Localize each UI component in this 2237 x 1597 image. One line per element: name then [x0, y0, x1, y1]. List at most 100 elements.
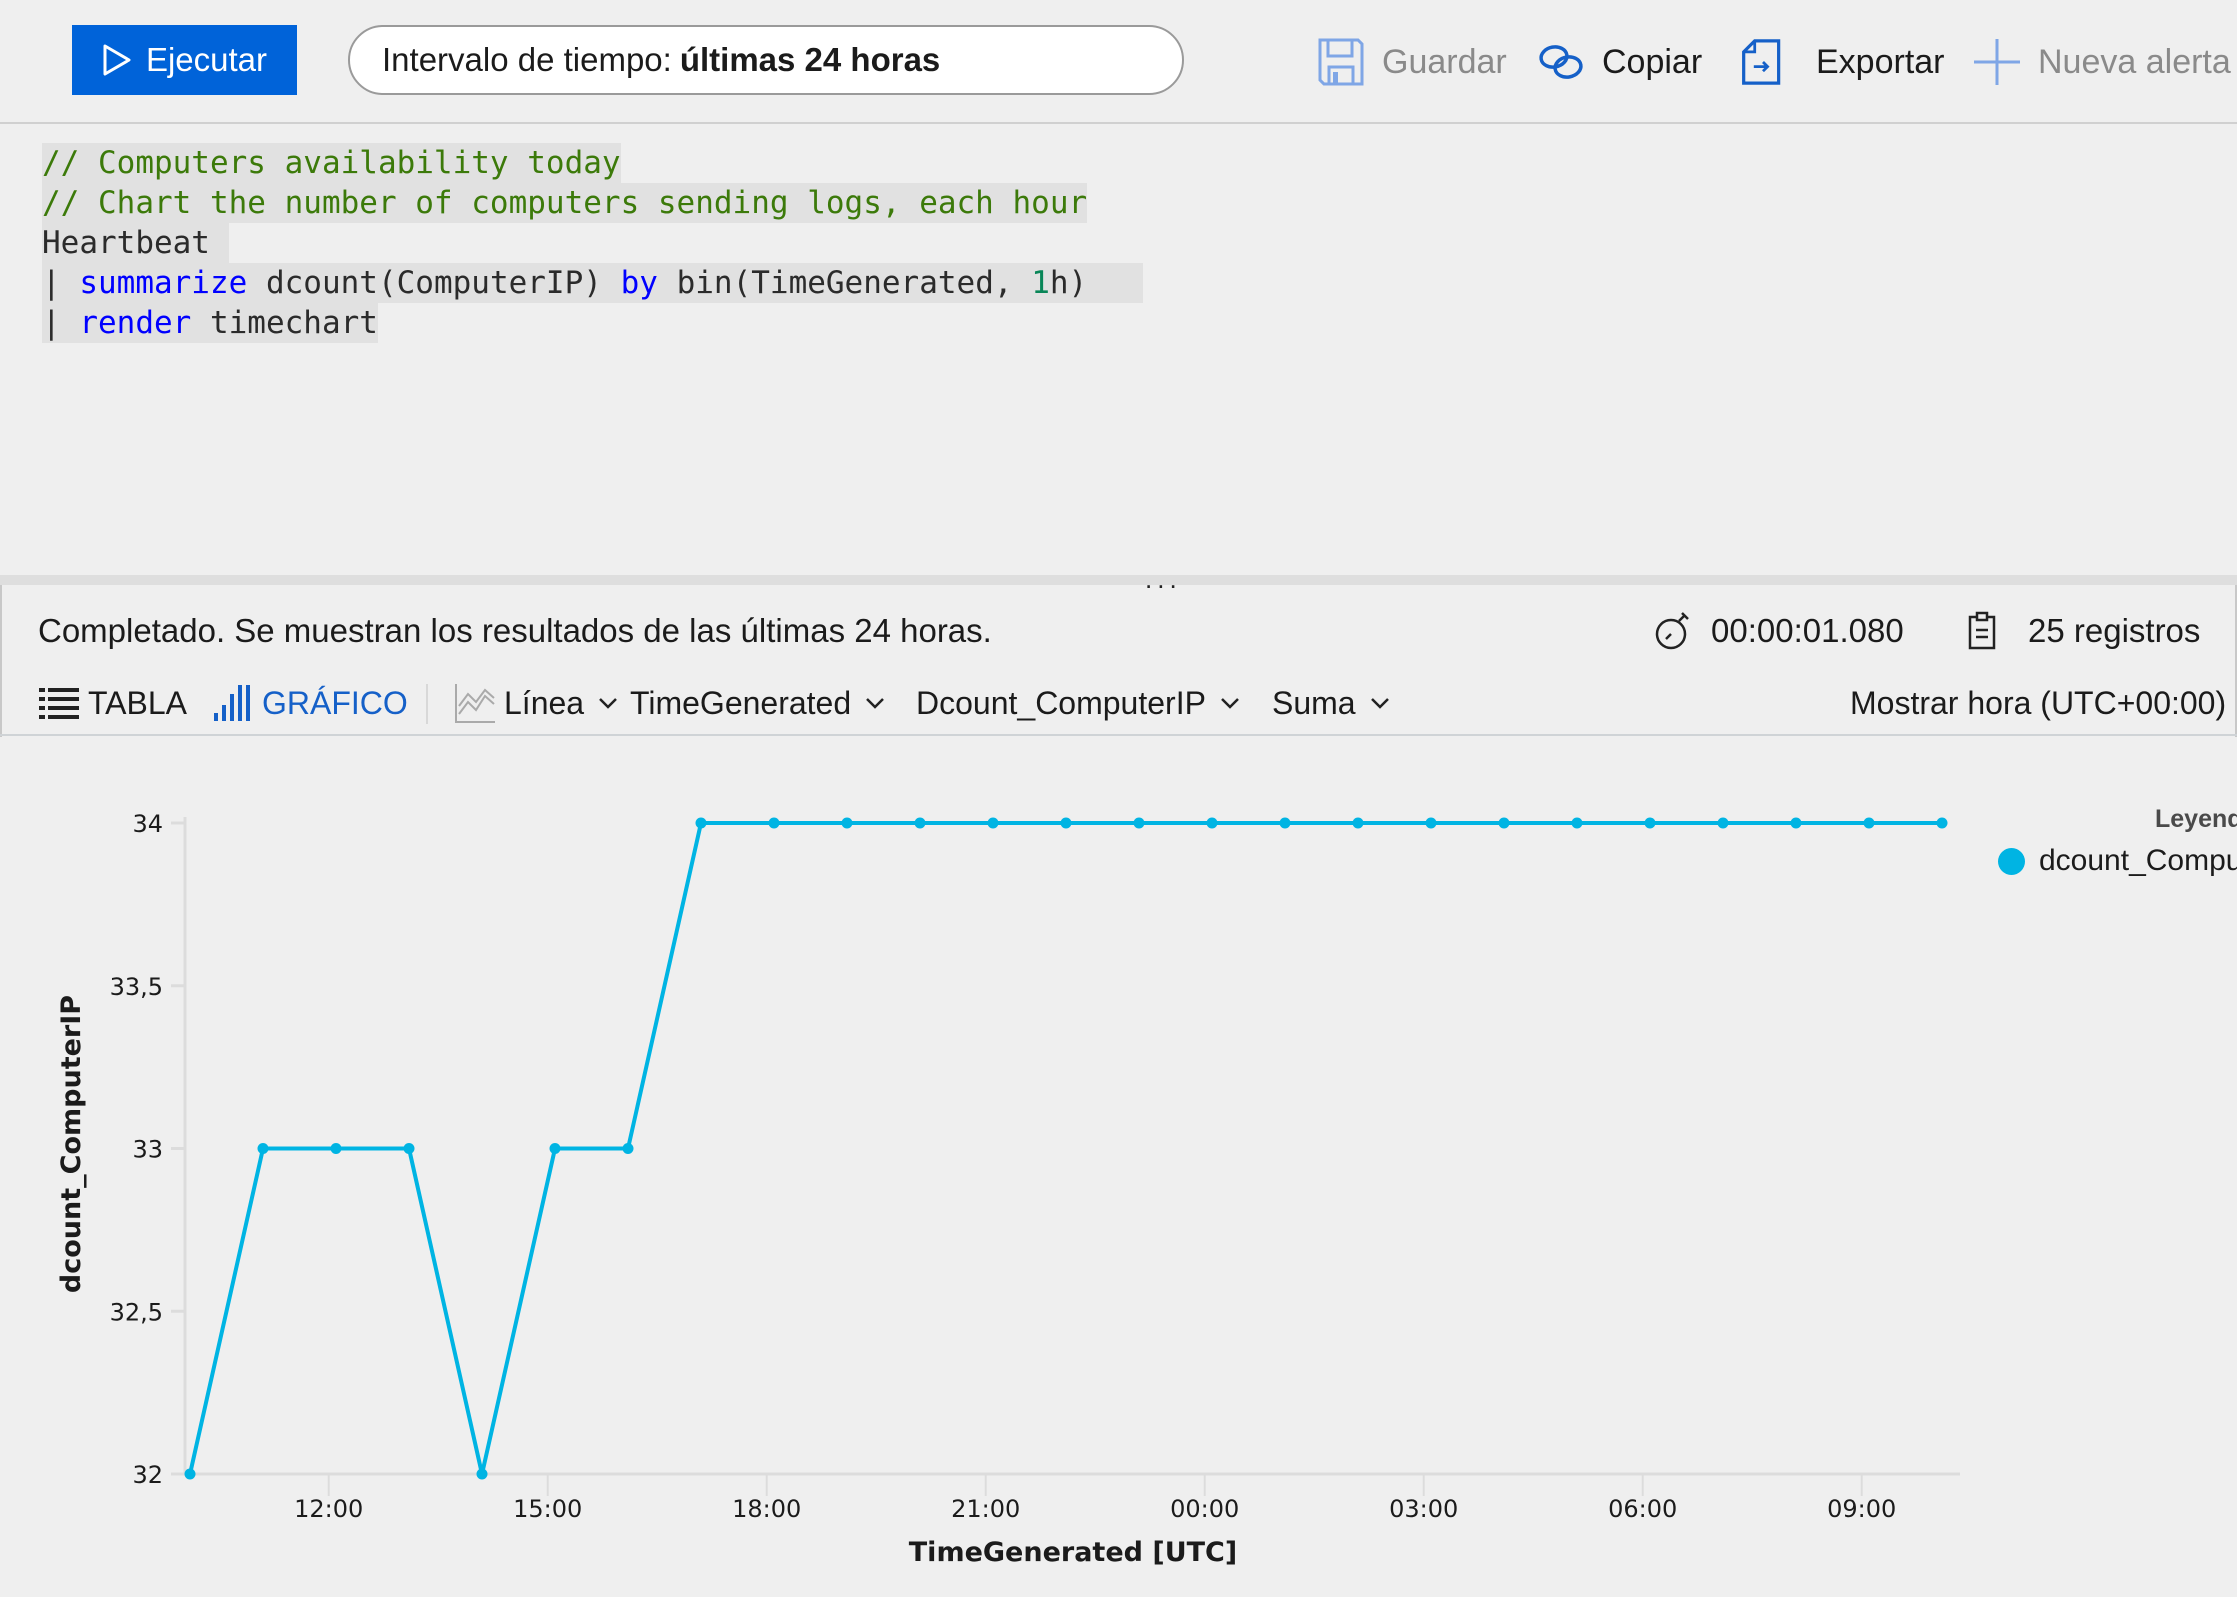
- x-tick-label: 12:00: [294, 1495, 363, 1523]
- code-line[interactable]: | render timechart: [42, 303, 378, 343]
- data-point: [1571, 817, 1583, 829]
- code-token-kw: by: [620, 265, 658, 301]
- chart-panel: 32 32,5 33 33,5 34 12:00 15:00 18:00 21:00 00:00 0…: [0, 737, 2237, 1597]
- clipboard-icon: [1968, 611, 1996, 650]
- code-token-plain: bin(TimeGenerated,: [657, 265, 1032, 301]
- new-alert-label: Nueva alerta: [2038, 42, 2231, 81]
- query-editor[interactable]: // Computers availability today // Chart …: [0, 124, 2237, 575]
- tab-chart-label: GRÁFICO: [262, 684, 408, 721]
- chevron-down-icon: [1221, 698, 1239, 709]
- data-point: [403, 1143, 415, 1154]
- series-line: [188, 821, 1942, 1476]
- stopwatch-icon: [1655, 612, 1689, 650]
- x-tick-label: 03:00: [1389, 1495, 1458, 1523]
- code-token-cmt: // Computers availability today: [42, 145, 621, 181]
- copy-label: Copiar: [1602, 42, 1703, 81]
- code-token-kw: render: [79, 305, 192, 341]
- duration-value: 00:00:01.080: [1711, 612, 1904, 649]
- y-tick-label: 33,5: [110, 973, 163, 1001]
- timezone-selector[interactable]: Mostrar hora (UTC+00:00): [1850, 678, 2226, 728]
- y-tick-label: 32: [132, 1461, 163, 1489]
- code-line[interactable]: // Computers availability today: [42, 143, 621, 183]
- legend-item[interactable]: dcount_ComputerIP: [1998, 844, 2237, 878]
- export-button[interactable]: Exportar: [1740, 32, 1945, 92]
- y-column-dropdown[interactable]: Dcount_ComputerIP: [916, 678, 1240, 728]
- code-token-plain: |: [42, 305, 80, 341]
- x-tick-label: 21:00: [951, 1495, 1020, 1523]
- chart-type-value: Línea: [504, 684, 585, 721]
- data-point: [695, 817, 707, 829]
- save-icon: [1318, 38, 1364, 86]
- legend-label: dcount_ComputerIP: [2039, 844, 2237, 877]
- data-point: [1279, 817, 1291, 829]
- aggregation-value: Suma: [1272, 684, 1356, 721]
- line-chart-icon: [455, 684, 495, 723]
- pane-splitter[interactable]: ...: [0, 566, 2237, 592]
- query-toolbar: Ejecutar Intervalo de tiempo: últimas 24…: [0, 0, 2237, 124]
- bar-chart-icon: [214, 685, 250, 721]
- export-icon: [1742, 39, 1781, 85]
- data-point: [987, 817, 999, 829]
- y-tick-label: 33: [132, 1136, 163, 1164]
- data-point: [1717, 817, 1729, 829]
- aggregation-dropdown[interactable]: Suma: [1272, 678, 1390, 728]
- x-tick-label: 00:00: [1170, 1495, 1239, 1523]
- tab-table[interactable]: TABLA: [38, 678, 187, 728]
- time-range-label: Intervalo de tiempo:: [382, 41, 672, 78]
- x-tick-label: 15:00: [513, 1495, 582, 1523]
- x-tick-label: 09:00: [1827, 1495, 1896, 1523]
- x-axis-title: TimeGenerated [UTC]: [909, 1537, 1237, 1568]
- link-icon: [1539, 45, 1583, 79]
- play-icon: [103, 44, 131, 76]
- code-token-cmt: // Chart the number of computers sending…: [42, 185, 1088, 221]
- records-value: 25 registros: [2028, 612, 2201, 649]
- x-column-value: TimeGenerated: [630, 684, 852, 721]
- data-point: [476, 1468, 488, 1480]
- run-button[interactable]: Ejecutar: [72, 25, 297, 95]
- new-alert-button[interactable]: Nueva alerta: [1972, 32, 2231, 92]
- data-point: [1790, 817, 1802, 829]
- data-point: [1352, 817, 1364, 829]
- data-point: [768, 817, 780, 829]
- x-tick-label: 06:00: [1608, 1495, 1677, 1523]
- data-point: [914, 817, 926, 829]
- data-point: [1644, 817, 1656, 829]
- plus-icon: [1974, 39, 2020, 85]
- line-chart: 32 32,5 33 33,5 34 12:00 15:00 18:00 21:00 00:00 0…: [56, 810, 1960, 1568]
- data-point: [257, 1143, 269, 1154]
- copy-button[interactable]: Copiar: [1536, 32, 1702, 92]
- chart-type-dropdown[interactable]: Línea: [454, 678, 618, 728]
- code-token-kw: summarize: [79, 265, 248, 301]
- y-column-value: Dcount_ComputerIP: [916, 684, 1206, 721]
- y-tick-label: 34: [132, 810, 163, 838]
- data-point: [1936, 817, 1948, 829]
- code-line[interactable]: // Chart the number of computers sending…: [42, 183, 1088, 223]
- data-point: [1425, 817, 1437, 829]
- x-column-dropdown[interactable]: TimeGenerated: [630, 678, 885, 728]
- data-point: [1060, 817, 1072, 829]
- data-point: [622, 1143, 634, 1154]
- code-line[interactable]: Heartbeat: [42, 223, 229, 263]
- chevron-down-icon: [866, 698, 885, 709]
- code-token-plain: Heartbeat: [42, 225, 229, 261]
- x-tick-label: 18:00: [732, 1495, 801, 1523]
- code-token-plain: h): [1049, 265, 1144, 301]
- data-point: [1206, 817, 1218, 829]
- tab-chart[interactable]: GRÁFICO: [212, 678, 408, 728]
- timezone-label: Mostrar hora (UTC+00:00): [1850, 684, 2227, 721]
- code-token-plain: dcount(ComputerIP): [247, 265, 621, 301]
- data-point: [549, 1143, 561, 1154]
- code-line[interactable]: | summarize dcount(ComputerIP) by bin(Ti…: [42, 263, 1144, 303]
- y-tick-label: 32,5: [110, 1298, 163, 1326]
- record-count: 25 registros: [1962, 606, 2200, 656]
- save-button[interactable]: Guardar: [1316, 32, 1507, 92]
- legend-swatch: [1998, 847, 2025, 875]
- chevron-down-icon: [1370, 698, 1389, 709]
- chevron-down-icon: [599, 698, 617, 709]
- time-range-picker[interactable]: Intervalo de tiempo: últimas 24 horas: [348, 25, 1184, 95]
- legend-title: Leyenda: [2155, 805, 2237, 833]
- data-point: [184, 1468, 196, 1480]
- data-point: [1133, 817, 1145, 829]
- save-label: Guardar: [1382, 42, 1507, 81]
- splitter-handle[interactable]: ...: [1145, 566, 1182, 592]
